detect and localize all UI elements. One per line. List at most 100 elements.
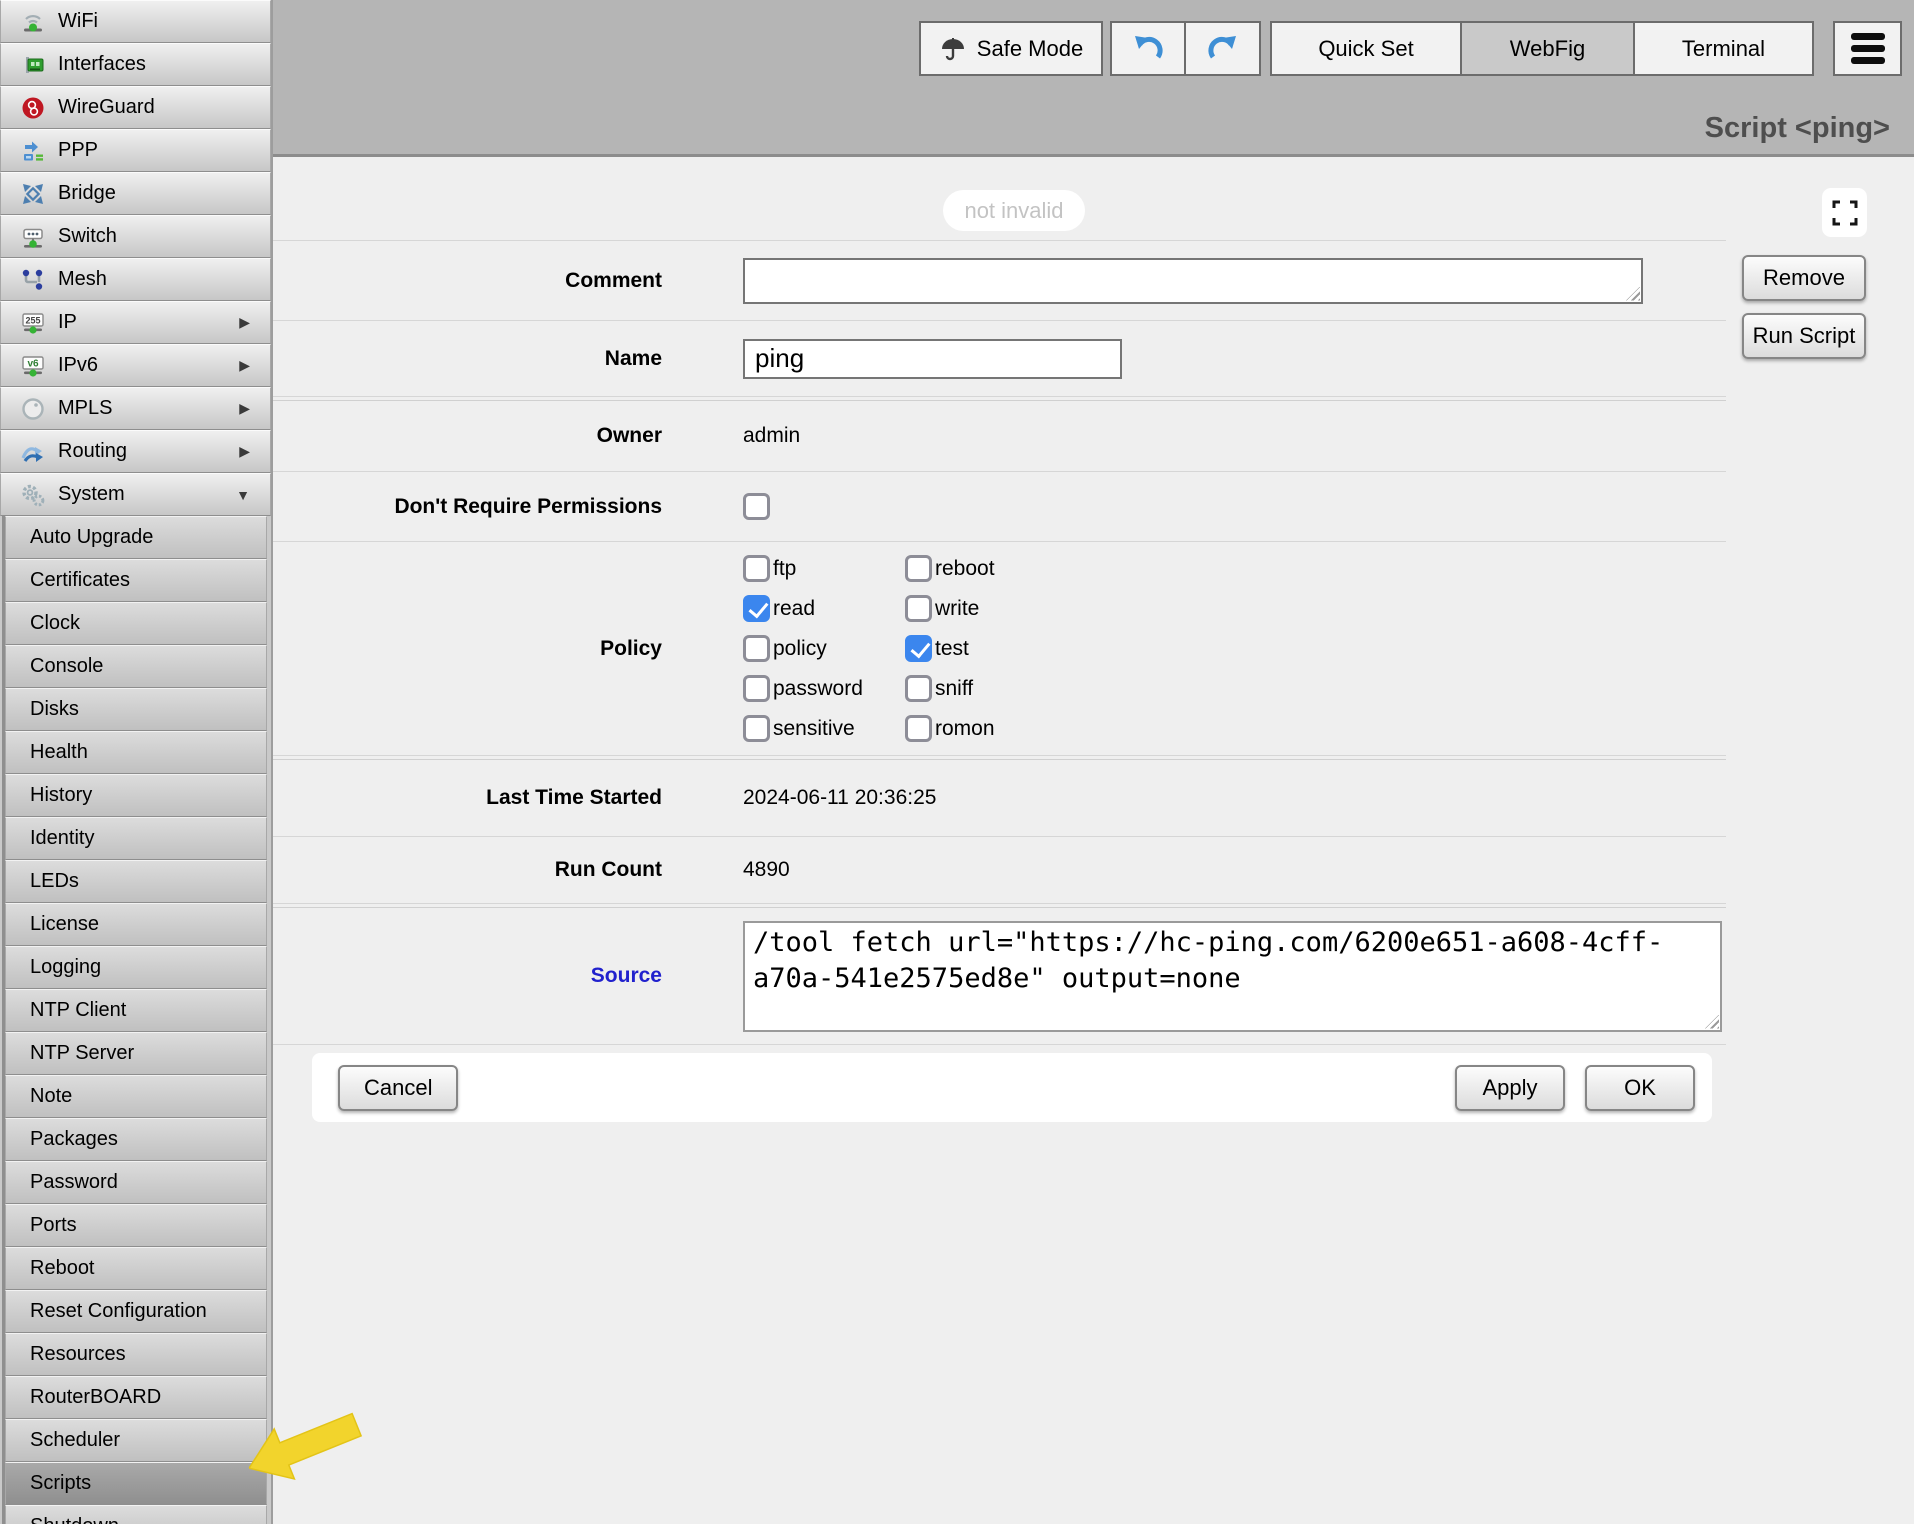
sidebar-item-ppp[interactable]: PPP: [0, 129, 271, 172]
cancel-button[interactable]: Cancel: [338, 1065, 458, 1111]
dont-require-permissions-label: Don't Require Permissions: [273, 495, 662, 519]
checkbox-write[interactable]: [905, 595, 932, 622]
sidebar-item-label: MPLS: [58, 397, 112, 420]
tab-terminal[interactable]: Terminal: [1633, 21, 1814, 76]
submenu-arrow-down-icon: ▼: [236, 487, 250, 503]
sidebar-item-console[interactable]: Console: [5, 645, 267, 688]
sidebar: WiFi Interfaces WireGuard PPP Bridge Swi…: [0, 0, 273, 1524]
sidebar-item-auto-upgrade[interactable]: Auto Upgrade: [5, 516, 267, 559]
wireguard-icon: [18, 93, 48, 123]
sidebar-item-reset-configuration[interactable]: Reset Configuration: [5, 1290, 267, 1333]
last-time-started-label: Last Time Started: [273, 786, 662, 810]
sidebar-item-shutdown[interactable]: Shutdown: [5, 1505, 267, 1524]
sidebar-item-scripts[interactable]: Scripts: [5, 1462, 267, 1505]
sidebar-item-scheduler[interactable]: Scheduler: [5, 1419, 267, 1462]
sidebar-item-resources[interactable]: Resources: [5, 1333, 267, 1376]
owner-row: Owner admin: [273, 400, 1726, 472]
remove-button[interactable]: Remove: [1742, 255, 1866, 301]
tab-webfig[interactable]: WebFig: [1460, 21, 1635, 76]
bridge-icon: [18, 179, 48, 209]
safe-mode-button[interactable]: Safe Mode: [919, 21, 1103, 76]
source-textarea[interactable]: /tool fetch url="https://hc-ping.com/620…: [743, 921, 1722, 1032]
checkbox-romon[interactable]: [905, 715, 932, 742]
wifi-icon: [18, 7, 48, 37]
sidebar-item-interfaces[interactable]: Interfaces: [0, 43, 271, 86]
dont-require-permissions-checkbox[interactable]: [743, 493, 770, 520]
sidebar-item-wireguard[interactable]: WireGuard: [0, 86, 271, 129]
sidebar-item-label: System: [58, 483, 125, 506]
sidebar-item-history[interactable]: History: [5, 774, 267, 817]
ok-button[interactable]: OK: [1585, 1065, 1695, 1111]
sidebar-item-disks[interactable]: Disks: [5, 688, 267, 731]
sidebar-item-ip[interactable]: 255 IP ▶: [0, 301, 271, 344]
run-script-button[interactable]: Run Script: [1742, 313, 1866, 359]
main-content: not invalid Remove Run Script Comment Na…: [273, 157, 1914, 1524]
checkbox-ftp[interactable]: [743, 555, 770, 582]
sidebar-item-certificates[interactable]: Certificates: [5, 559, 267, 602]
sidebar-item-ipv6[interactable]: v6 IPv6 ▶: [0, 344, 271, 387]
sidebar-item-mpls[interactable]: MPLS ▶: [0, 387, 271, 430]
sidebar-item-wifi[interactable]: WiFi: [0, 0, 271, 43]
mesh-icon: [18, 265, 48, 295]
sidebar-item-clock[interactable]: Clock: [5, 602, 267, 645]
name-label: Name: [273, 347, 662, 371]
sidebar-item-label: Interfaces: [58, 53, 146, 76]
sidebar-item-label: IP: [58, 311, 77, 334]
name-input[interactable]: [743, 339, 1122, 379]
checkbox-sensitive[interactable]: [743, 715, 770, 742]
comment-input[interactable]: [743, 258, 1643, 304]
submenu-arrow-right-icon: ▶: [239, 443, 250, 460]
dont-require-permissions-row: Don't Require Permissions: [273, 472, 1726, 542]
sidebar-item-note[interactable]: Note: [5, 1075, 267, 1118]
sidebar-item-label: PPP: [58, 139, 98, 162]
sidebar-item-mesh[interactable]: Mesh: [0, 258, 271, 301]
redo-button[interactable]: [1184, 21, 1261, 76]
sidebar-item-packages[interactable]: Packages: [5, 1118, 267, 1161]
owner-label: Owner: [273, 424, 662, 448]
sidebar-item-ntp-client[interactable]: NTP Client: [5, 989, 267, 1032]
sidebar-item-routing[interactable]: Routing ▶: [0, 430, 271, 473]
sidebar-item-license[interactable]: License: [5, 903, 267, 946]
switch-icon: [18, 222, 48, 252]
interfaces-icon: [18, 50, 48, 80]
checkbox-read[interactable]: [743, 595, 770, 622]
submenu-arrow-right-icon: ▶: [239, 400, 250, 417]
policy-column-2: reboot write test sniff romon: [905, 549, 1067, 749]
sidebar-item-leds[interactable]: LEDs: [5, 860, 267, 903]
undo-button[interactable]: [1110, 21, 1186, 76]
sidebar-item-ntp-server[interactable]: NTP Server: [5, 1032, 267, 1075]
status-badge: not invalid: [943, 190, 1085, 231]
checkbox-reboot[interactable]: [905, 555, 932, 582]
apply-button[interactable]: Apply: [1455, 1065, 1565, 1111]
menu-button[interactable]: [1833, 21, 1902, 76]
hamburger-icon: [1851, 31, 1885, 67]
sidebar-item-logging[interactable]: Logging: [5, 946, 267, 989]
last-time-started-value: 2024-06-11 20:36:25: [743, 786, 936, 810]
ppp-icon: [18, 136, 48, 166]
sidebar-item-label: IPv6: [58, 354, 98, 377]
sidebar-item-health[interactable]: Health: [5, 731, 267, 774]
checkbox-sniff[interactable]: [905, 675, 932, 702]
sidebar-item-label: WiFi: [58, 10, 98, 33]
source-row: Source /tool fetch url="https://hc-ping.…: [273, 907, 1726, 1045]
sidebar-item-password[interactable]: Password: [5, 1161, 267, 1204]
sidebar-item-routerboard[interactable]: RouterBOARD: [5, 1376, 267, 1419]
mpls-icon: [18, 394, 48, 424]
sidebar-item-label: Routing: [58, 440, 127, 463]
sidebar-item-bridge[interactable]: Bridge: [0, 172, 271, 215]
sidebar-item-switch[interactable]: Switch: [0, 215, 271, 258]
submenu-arrow-right-icon: ▶: [239, 357, 250, 374]
fullscreen-button[interactable]: [1822, 188, 1867, 237]
checkbox-test[interactable]: [905, 635, 932, 662]
sidebar-item-system[interactable]: System ▼: [0, 473, 271, 516]
sidebar-item-identity[interactable]: Identity: [5, 817, 267, 860]
ipv6-icon: v6: [18, 351, 48, 381]
checkbox-policy[interactable]: [743, 635, 770, 662]
sidebar-item-ports[interactable]: Ports: [5, 1204, 267, 1247]
umbrella-icon: [939, 35, 967, 63]
action-bar: Cancel Apply OK: [312, 1053, 1712, 1122]
checkbox-password[interactable]: [743, 675, 770, 702]
sidebar-item-reboot[interactable]: Reboot: [5, 1247, 267, 1290]
svg-text:v6: v6: [27, 358, 39, 369]
tab-quick-set[interactable]: Quick Set: [1270, 21, 1462, 76]
